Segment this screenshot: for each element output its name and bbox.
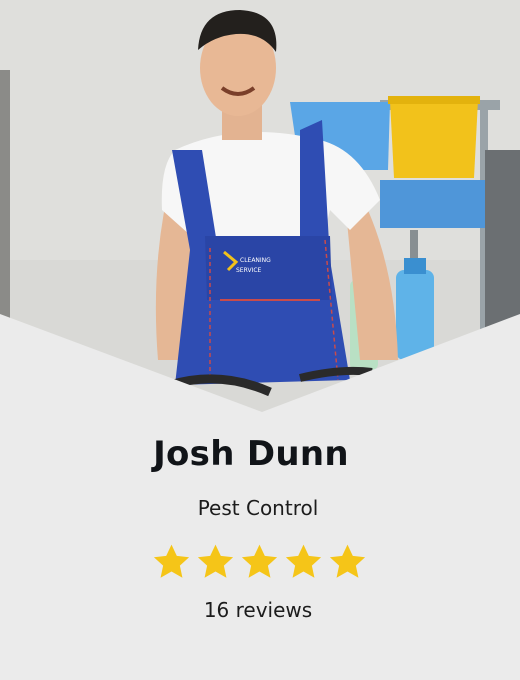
svg-text:SERVICE: SERVICE bbox=[236, 267, 262, 274]
star-icon bbox=[329, 544, 366, 578]
service-category: Pest Control bbox=[197, 496, 319, 520]
svg-text:CLEANING: CLEANING bbox=[240, 257, 271, 264]
profile-card[interactable]: CLEANING SERVICE Josh Dunn Pest Control … bbox=[0, 0, 520, 680]
provider-name: Josh Dunn bbox=[153, 434, 349, 474]
star-icon bbox=[153, 544, 190, 578]
star-icon bbox=[241, 544, 278, 578]
rating-stars bbox=[151, 542, 371, 584]
profile-photo: CLEANING SERVICE bbox=[0, 0, 520, 420]
star-icon bbox=[197, 544, 234, 578]
review-count-link[interactable]: 16 reviews bbox=[0, 598, 516, 622]
star-icon bbox=[285, 544, 322, 578]
